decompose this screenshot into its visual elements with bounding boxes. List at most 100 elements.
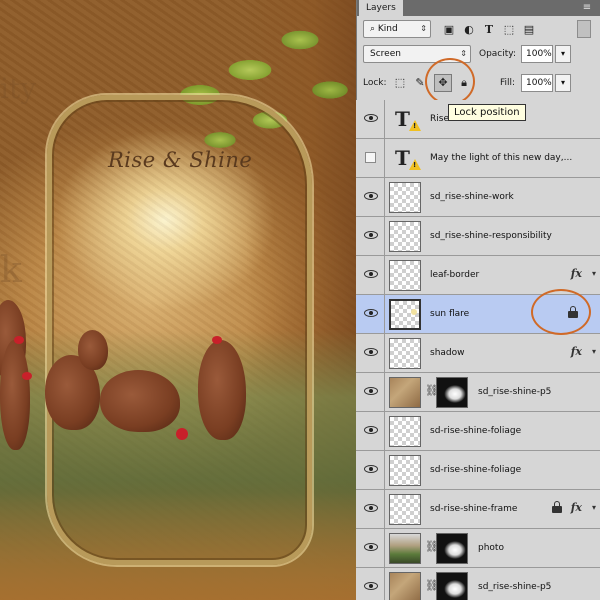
lock-label: Lock:	[363, 78, 387, 88]
layer-name: sd-rise-shine-frame	[430, 504, 518, 514]
layer-row[interactable]: leaf-border fx ▾	[356, 256, 600, 295]
layer-name: photo	[478, 543, 504, 553]
chevron-updown-icon: ⇕	[420, 24, 427, 33]
hen-comb	[212, 336, 222, 344]
layer-name: shadow	[430, 348, 465, 358]
visibility-eye-icon[interactable]	[364, 581, 378, 591]
layer-list: T ! Rise & Shine T ! May the light of th…	[356, 100, 600, 600]
tab-layers[interactable]: Layers	[359, 0, 403, 16]
lock-all-icon[interactable]: 🔒︎	[455, 74, 473, 92]
layer-row[interactable]: sd-rise-shine-frame fx ▾	[356, 490, 600, 529]
chevron-down-icon[interactable]: ▾	[592, 269, 596, 278]
hen	[198, 340, 246, 440]
layer-row[interactable]: sd-rise-shine-foliage	[356, 412, 600, 451]
filter-toggle[interactable]	[577, 20, 591, 38]
visibility-eye-icon[interactable]	[364, 425, 378, 435]
layer-row-selected[interactable]: sun flare	[356, 295, 600, 334]
layer-name: sd-rise-shine-foliage	[430, 465, 522, 475]
panel-menu-icon[interactable]: ≡	[580, 2, 594, 14]
layer-name: sd_rise-shine-p5	[478, 387, 552, 397]
visibility-eye-icon[interactable]	[364, 503, 378, 513]
layer-mask-thumbnail[interactable]	[436, 572, 468, 600]
fx-icon[interactable]: fx	[571, 345, 582, 358]
layer-name: May the light of this new day,...	[430, 153, 573, 163]
layer-thumbnail	[389, 455, 421, 486]
filter-kind-value: Kind	[377, 24, 398, 34]
filter-adjustment-icon[interactable]: ◐	[461, 21, 477, 37]
visibility-eye-icon[interactable]	[364, 230, 378, 240]
chevron-down-icon[interactable]: ▾	[592, 347, 596, 356]
layer-mask-thumbnail[interactable]	[436, 377, 468, 408]
layer-mask-thumbnail[interactable]	[436, 533, 468, 564]
blend-mode-value: Screen	[370, 49, 401, 59]
fill-dropdown-icon[interactable]: ▾	[555, 74, 571, 92]
visibility-eye-icon[interactable]	[364, 542, 378, 552]
fill-field[interactable]: 100%	[521, 74, 553, 92]
layer-thumbnail	[389, 494, 421, 525]
lock-row: Lock: ⬚ ✎ ✥ 🔒︎ Fill: 100% ▾	[357, 70, 600, 96]
layer-thumbnail	[389, 338, 421, 369]
layer-name: sd_rise-shine-p5	[478, 582, 552, 592]
layer-lock-icon	[568, 306, 578, 318]
layer-name: leaf-border	[430, 270, 480, 280]
layer-name: sun flare	[430, 309, 470, 319]
opacity-dropdown-icon[interactable]: ▾	[555, 45, 571, 63]
filter-type-icon[interactable]: T	[481, 21, 497, 37]
visibility-eye-icon[interactable]	[364, 113, 378, 123]
tooltip-lock-position: Lock position	[448, 104, 526, 121]
filter-smartobject-icon[interactable]: ▤	[521, 21, 537, 37]
canvas-ghost-text-top: ity	[0, 72, 37, 105]
layer-row[interactable]: sd-rise-shine-foliage	[356, 451, 600, 490]
blend-row: Screen ⇕ Opacity: 100% ▾	[357, 42, 600, 68]
layer-thumbnail	[389, 260, 421, 291]
lock-transparent-icon[interactable]: ⬚	[391, 74, 409, 92]
filter-search-icon: ⌕	[370, 24, 378, 34]
visibility-empty-box[interactable]	[365, 152, 376, 163]
opacity-label: Opacity:	[479, 49, 516, 59]
fx-icon[interactable]: fx	[571, 267, 582, 280]
panel-tabbar: Layers ≡	[357, 0, 600, 16]
layer-thumbnail	[389, 572, 421, 600]
layer-row[interactable]: sd_rise-shine-work	[356, 178, 600, 217]
layer-row[interactable]: ⛓ sd_rise-shine-p5	[356, 373, 600, 412]
visibility-eye-icon[interactable]	[364, 347, 378, 357]
lock-position-icon[interactable]: ✥	[434, 74, 452, 92]
hen	[0, 340, 30, 450]
filter-kind-select[interactable]: ⌕ Kind ⇕	[363, 20, 431, 38]
lock-image-brush-icon[interactable]: ✎	[411, 74, 429, 92]
visibility-eye-icon[interactable]	[364, 464, 378, 474]
text-layer-icon: T	[395, 107, 410, 131]
filter-pixel-icon[interactable]: ▣	[441, 21, 457, 37]
canvas-title-text: Rise & Shine	[108, 148, 253, 172]
layer-row[interactable]: shadow fx ▾	[356, 334, 600, 373]
layer-thumbnail	[389, 377, 421, 408]
layer-thumbnail	[389, 221, 421, 252]
document-canvas[interactable]: ity k Rise & Shine	[0, 0, 356, 600]
text-layer-icon: T	[395, 146, 410, 170]
layer-name: sd-rise-shine-foliage	[430, 426, 522, 436]
hen-comb	[14, 336, 24, 344]
fill-label: Fill:	[500, 78, 516, 88]
hen-comb	[22, 372, 32, 380]
layer-row[interactable]: sd_rise-shine-responsibility	[356, 217, 600, 256]
layer-thumbnail	[389, 182, 421, 213]
visibility-eye-icon[interactable]	[364, 308, 378, 318]
layer-thumbnail	[389, 416, 421, 447]
blend-mode-select[interactable]: Screen ⇕	[363, 45, 471, 63]
layer-name: sd_rise-shine-responsibility	[430, 231, 552, 241]
filter-shape-icon[interactable]: ⬚	[501, 21, 517, 37]
layer-lock-icon	[552, 501, 562, 513]
layer-name: sd_rise-shine-work	[430, 192, 514, 202]
visibility-eye-icon[interactable]	[364, 269, 378, 279]
visibility-eye-icon[interactable]	[364, 386, 378, 396]
layer-row[interactable]: ⛓ sd_rise-shine-p5	[356, 568, 600, 600]
visibility-eye-icon[interactable]	[364, 191, 378, 201]
chevron-down-icon[interactable]: ▾	[592, 503, 596, 512]
fx-icon[interactable]: fx	[571, 501, 582, 514]
filter-row: ⌕ Kind ⇕ ▣ ◐ T ⬚ ▤	[357, 16, 600, 42]
opacity-field[interactable]: 100%	[521, 45, 553, 63]
chevron-updown-icon: ⇕	[460, 49, 467, 58]
layer-row[interactable]: ⛓ photo	[356, 529, 600, 568]
layer-row[interactable]: T ! May the light of this new day,...	[356, 139, 600, 178]
layer-thumbnail	[389, 299, 421, 330]
